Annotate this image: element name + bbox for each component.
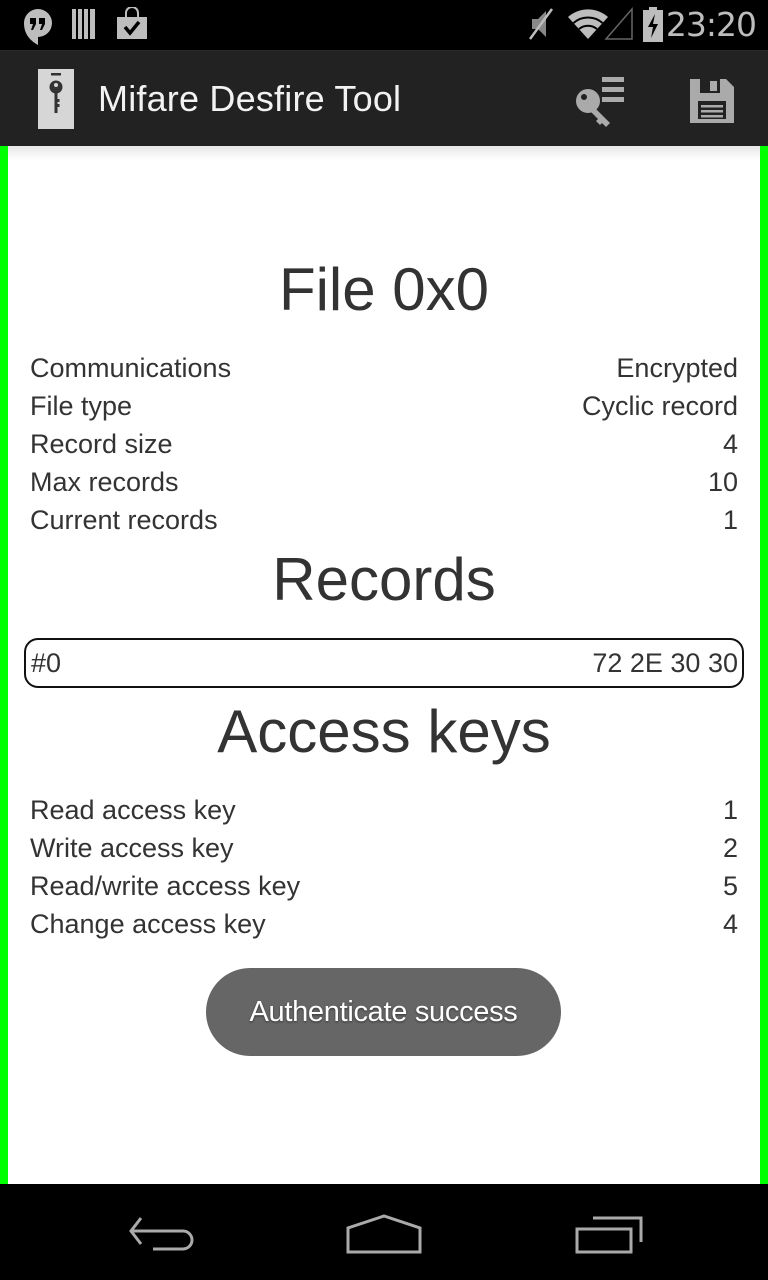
keys-list-button[interactable] [568, 69, 632, 133]
wifi-icon [568, 9, 608, 39]
access-key-row-read: Read access key 1 [30, 791, 738, 829]
access-key-label: Change access key [30, 909, 266, 939]
file-properties: Communications Encrypted File type Cycli… [30, 349, 738, 539]
record-row[interactable]: #0 72 2E 30 30 [24, 638, 744, 688]
property-value: Encrypted [616, 353, 738, 383]
access-key-value: 2 [722, 833, 738, 863]
clock: 23:20 [665, 5, 757, 44]
navigation-bar [0, 1184, 768, 1280]
records-heading: Records [272, 546, 496, 613]
access-key-value: 1 [722, 795, 738, 825]
property-label: Communications [30, 353, 232, 383]
back-arrow-icon [129, 1217, 194, 1251]
property-value: 10 [707, 467, 738, 497]
floppy-save-icon [690, 79, 734, 123]
access-key-row-change: Change access key 4 [30, 905, 738, 943]
play-store-bag-icon [117, 7, 147, 39]
toast-message: Authenticate success [206, 968, 561, 1056]
file-heading: File 0x0 [278, 256, 490, 323]
property-value: 1 [722, 505, 738, 535]
app-title: Mifare Desfire Tool [98, 78, 402, 119]
access-key-row-write: Write access key 2 [30, 829, 738, 867]
property-label: Max records [30, 467, 179, 497]
access-key-row-read-write: Read/write access key 5 [30, 867, 738, 905]
property-label: File type [30, 391, 133, 421]
property-row-file-type: File type Cyclic record [30, 387, 738, 425]
key-card-icon [38, 69, 74, 129]
home-icon [346, 1214, 422, 1254]
access-keys-heading: Access keys [217, 698, 551, 765]
access-key-value: 4 [722, 909, 738, 939]
property-label: Current records [30, 505, 218, 535]
barcode-icon [72, 9, 95, 39]
battery-charging-icon [643, 7, 663, 42]
record-data: 72 2E 30 30 [592, 647, 738, 678]
muted-speaker-icon [528, 8, 554, 40]
key-list-icon [576, 77, 624, 127]
save-button[interactable] [680, 69, 744, 133]
property-label: Record size [30, 429, 173, 459]
access-key-label: Read access key [30, 795, 236, 825]
status-bar: 23:20 [0, 0, 768, 50]
access-key-label: Read/write access key [30, 871, 301, 901]
access-key-label: Write access key [30, 833, 234, 863]
property-row-max-records: Max records 10 [30, 463, 738, 501]
property-row-communications: Communications Encrypted [30, 349, 738, 387]
file-detail-content: File 0x0 Communications Encrypted File t… [0, 146, 768, 1184]
property-row-record-size: Record size 4 [30, 425, 738, 463]
home-button[interactable] [324, 1204, 444, 1264]
property-row-current-records: Current records 1 [30, 501, 738, 539]
action-bar: Mifare Desfire Tool [0, 50, 768, 146]
recents-button[interactable] [550, 1204, 670, 1264]
back-button[interactable] [100, 1204, 220, 1264]
access-keys-list: Read access key 1 Write access key 2 Rea… [30, 791, 738, 943]
record-index: #0 [31, 647, 62, 678]
property-value: 4 [722, 429, 738, 459]
access-key-value: 5 [722, 871, 738, 901]
property-value: Cyclic record [581, 391, 738, 421]
recents-icon [575, 1216, 643, 1254]
cell-signal-icon [604, 7, 633, 40]
hangouts-icon [24, 9, 52, 45]
